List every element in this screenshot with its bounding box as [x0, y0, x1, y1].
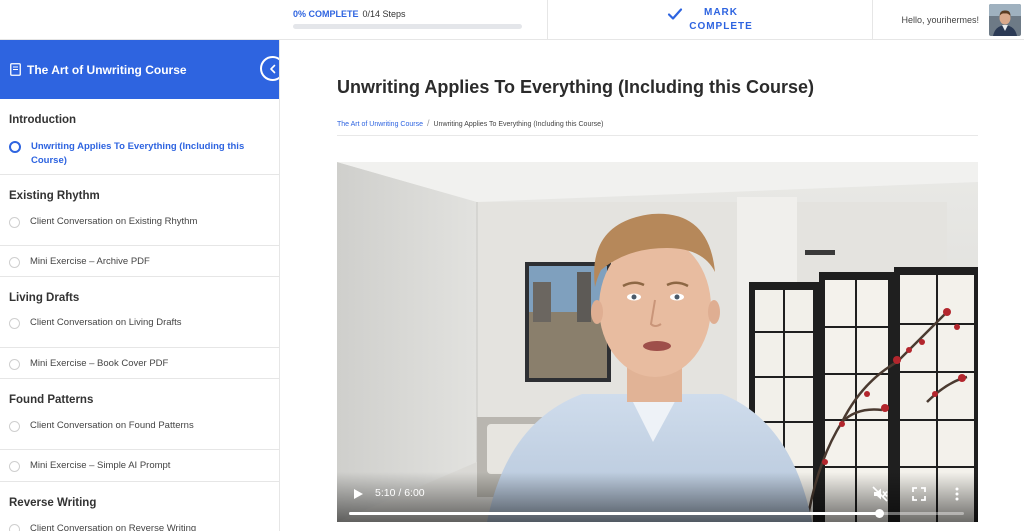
lesson-status-circle-icon: [9, 217, 20, 228]
breadcrumb-separator: /: [426, 118, 430, 128]
sidebar-course-title[interactable]: The Art of Unwriting Course: [27, 63, 187, 77]
greeting: Hello, yourihermes!: [901, 15, 979, 25]
lesson-label: Mini Exercise – Simple AI Prompt: [30, 460, 171, 471]
lesson-status-circle-icon: [9, 257, 20, 268]
lesson-item[interactable]: Client Conversation on Reverse Writing: [0, 522, 279, 531]
play-icon[interactable]: [351, 487, 365, 501]
lesson-status-circle-icon: [9, 318, 20, 329]
lesson-item[interactable]: Client Conversation on Found Patterns: [0, 419, 279, 450]
progress-label: 0% COMPLETE 0/14 Steps: [293, 9, 523, 19]
lesson-status-circle-icon: [9, 461, 20, 472]
section-heading-existing-rhythm: Existing Rhythm: [9, 190, 100, 202]
progress-steps: 0/14 Steps: [362, 9, 406, 19]
section-heading-introduction: Introduction: [9, 114, 77, 126]
lesson-label: Client Conversation on Found Patterns: [30, 420, 194, 431]
lesson-item-active[interactable]: Unwriting Applies To Everything (Includi…: [0, 140, 279, 175]
lesson-item[interactable]: Client Conversation on Living Drafts: [0, 316, 279, 348]
lesson-label: Client Conversation on Living Drafts: [30, 317, 182, 328]
lesson-item[interactable]: Mini Exercise – Book Cover PDF: [0, 348, 279, 379]
top-bar: 0% COMPLETE 0/14 Steps MARK COMPLETE Hell…: [0, 0, 1024, 40]
video-player[interactable]: 5:10 / 6:00: [337, 162, 978, 522]
mark-complete-label: MARK COMPLETE: [689, 7, 753, 32]
more-options-icon[interactable]: [949, 486, 965, 502]
video-frame: [337, 162, 978, 522]
lesson-label: Unwriting Applies To Everything (Includi…: [31, 141, 245, 166]
book-icon: [10, 63, 21, 76]
lesson-item[interactable]: Mini Exercise – Simple AI Prompt: [0, 450, 279, 482]
mute-icon[interactable]: [872, 486, 888, 502]
lesson-item[interactable]: Mini Exercise – Archive PDF: [0, 246, 279, 277]
course-sidebar: The Art of Unwriting Course Introduction…: [0, 40, 280, 531]
breadcrumb-current: Unwriting Applies To Everything (Includi…: [433, 121, 604, 128]
checkmark-icon: [667, 8, 683, 20]
lesson-content: Unwriting Applies To Everything (Includi…: [281, 40, 1024, 531]
lesson-status-circle-icon: [9, 524, 20, 531]
lesson-label: Mini Exercise – Book Cover PDF: [30, 358, 169, 369]
seek-bar-played: [349, 512, 879, 515]
mark-complete-button[interactable]: MARK COMPLETE: [548, 0, 872, 40]
video-controls: 5:10 / 6:00: [337, 472, 978, 522]
sidebar-header: The Art of Unwriting Course: [0, 40, 279, 99]
section-heading-reverse-writing: Reverse Writing: [9, 497, 97, 509]
seek-bar[interactable]: [349, 509, 964, 518]
lesson-label: Mini Exercise – Archive PDF: [30, 256, 150, 267]
lesson-status-circle-icon: [9, 141, 21, 153]
lesson-item[interactable]: Client Conversation on Existing Rhythm: [0, 215, 279, 246]
user-menu[interactable]: Hello, yourihermes!: [873, 0, 1024, 40]
section-heading-found-patterns: Found Patterns: [9, 394, 94, 406]
seek-bar-handle[interactable]: [874, 509, 884, 518]
lesson-status-circle-icon: [9, 359, 20, 370]
lesson-label: Client Conversation on Reverse Writing: [30, 523, 197, 531]
page-title: Unwriting Applies To Everything (Includi…: [337, 77, 815, 97]
video-time: 5:10 / 6:00: [375, 487, 425, 499]
collapse-sidebar-button[interactable]: [260, 56, 279, 81]
lesson-status-circle-icon: [9, 421, 20, 432]
course-progress: 0% COMPLETE 0/14 Steps: [293, 9, 523, 29]
section-heading-living-drafts: Living Drafts: [9, 292, 80, 304]
breadcrumb: The Art of Unwriting Course / Unwriting Ap…: [337, 118, 978, 136]
breadcrumb-course-link[interactable]: The Art of Unwriting Course: [337, 121, 423, 128]
chevron-left-icon: [269, 64, 275, 73]
avatar-image: [989, 4, 1021, 36]
fullscreen-icon[interactable]: [911, 486, 927, 502]
avatar[interactable]: [989, 4, 1021, 36]
progress-percent: 0% COMPLETE: [293, 9, 359, 19]
lesson-label: Client Conversation on Existing Rhythm: [30, 216, 198, 227]
progress-bar: [293, 24, 522, 29]
